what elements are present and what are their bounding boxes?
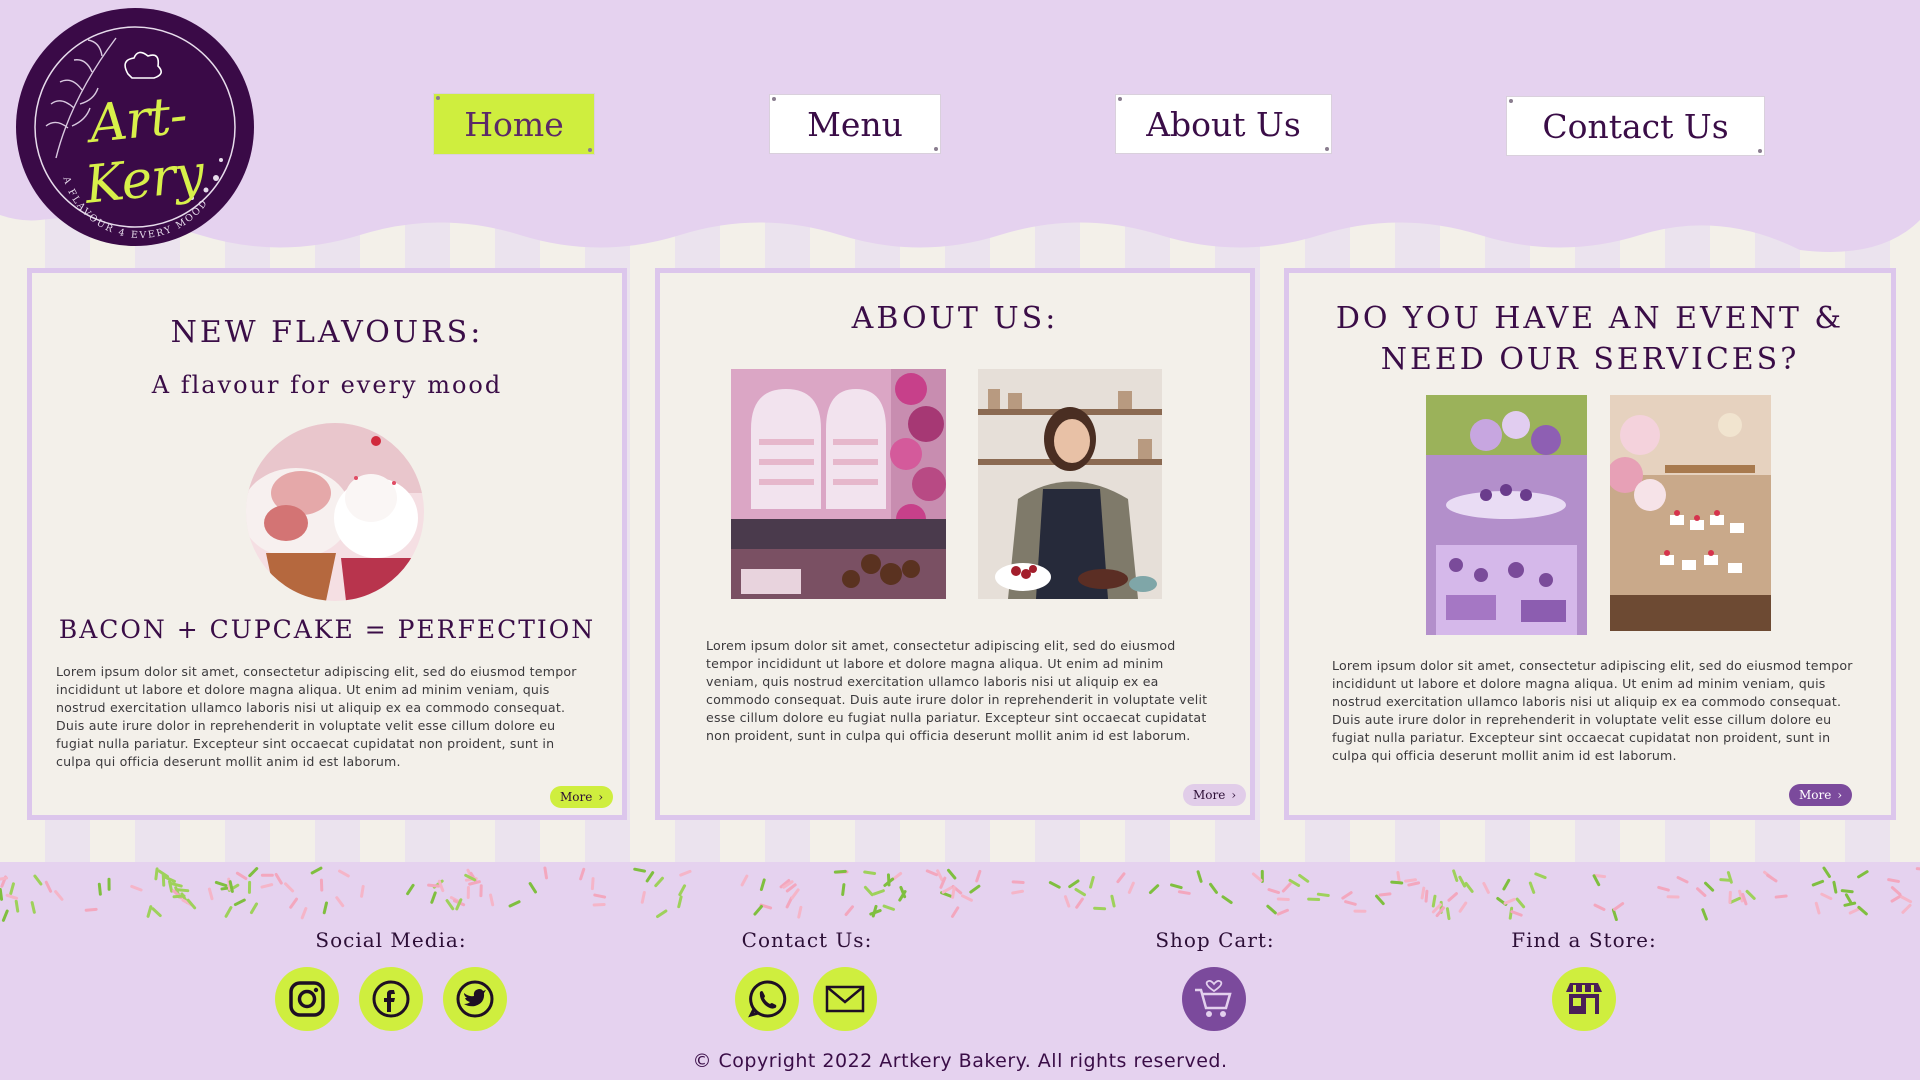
header: Art-Kery A FLAVOUR 4 EVERY MOOD Home Men… bbox=[0, 0, 1920, 260]
shopping-cart-icon[interactable] bbox=[1181, 966, 1247, 1032]
panel-events: DO YOU HAVE AN EVENT & NEED OUR SERVICES… bbox=[1284, 268, 1896, 820]
chevron-right-icon: › bbox=[1837, 788, 1843, 802]
event-buffet-image bbox=[1610, 395, 1771, 631]
more-button-label: More bbox=[1799, 788, 1832, 802]
bakery-interior-image bbox=[731, 369, 946, 599]
nav-home[interactable]: Home bbox=[433, 93, 595, 155]
logo-tagline: A FLAVOUR 4 EVERY MOOD bbox=[60, 174, 208, 241]
panel-title-line2: NEED OUR SERVICES? bbox=[1380, 342, 1800, 377]
nav-menu-label: Menu bbox=[807, 104, 903, 144]
store-icon[interactable] bbox=[1551, 966, 1617, 1032]
copyright-text: © Copyright 2022 Artkery Bakery. All rig… bbox=[692, 1050, 1228, 1072]
baker-woman-image bbox=[978, 369, 1162, 599]
more-button[interactable]: More › bbox=[1183, 784, 1247, 806]
facebook-icon[interactable] bbox=[358, 966, 424, 1032]
footer-contact-label: Contact Us: bbox=[741, 928, 873, 952]
footer-cart-label: Shop Cart: bbox=[1155, 928, 1275, 952]
panel-new-flavours: NEW FLAVOURS: A flavour for every mood B… bbox=[27, 268, 627, 820]
sprinkles-border bbox=[0, 862, 1920, 922]
footer-store-label: Find a Store: bbox=[1511, 928, 1657, 952]
nav-home-label: Home bbox=[464, 104, 564, 144]
panel-subtitle: A flavour for every mood bbox=[151, 371, 503, 399]
logo-tagline-ring: A FLAVOUR 4 EVERY MOOD bbox=[60, 174, 210, 241]
header-wave bbox=[0, 150, 1920, 252]
panel-body-text: Lorem ipsum dolor sit amet, consectetur … bbox=[56, 664, 577, 769]
mail-icon[interactable] bbox=[812, 966, 878, 1032]
instagram-icon[interactable] bbox=[274, 966, 340, 1032]
whatsapp-icon[interactable] bbox=[734, 966, 800, 1032]
brand-logo[interactable]: Art-Kery A FLAVOUR 4 EVERY MOOD bbox=[16, 8, 254, 246]
cupcake-image bbox=[246, 423, 424, 601]
svg-text:A FLAVOUR 4 EVERY MOOD: A FLAVOUR 4 EVERY MOOD bbox=[60, 174, 210, 241]
more-button[interactable]: More › bbox=[550, 786, 614, 808]
nav-contact-us[interactable]: Contact Us bbox=[1506, 96, 1765, 156]
nav-menu[interactable]: Menu bbox=[769, 94, 941, 154]
panel-heading: BACON + CUPCAKE = PERFECTION bbox=[58, 615, 596, 644]
chevron-right-icon: › bbox=[598, 790, 604, 804]
more-button-label: More bbox=[560, 790, 593, 804]
more-button-label: More bbox=[1193, 788, 1226, 802]
footer-social-label: Social Media: bbox=[315, 928, 467, 952]
event-dessert-table-image bbox=[1426, 395, 1587, 635]
panel-title-line1: DO YOU HAVE AN EVENT & bbox=[1335, 301, 1845, 336]
panel-title: ABOUT US: bbox=[851, 301, 1059, 336]
panel-body-text: Lorem ipsum dolor sit amet, consectetur … bbox=[706, 638, 1208, 743]
chevron-right-icon: › bbox=[1231, 788, 1237, 802]
nav-about-us-label: About Us bbox=[1146, 104, 1301, 144]
panel-title: NEW FLAVOURS: bbox=[170, 315, 484, 350]
panel-body-text: Lorem ipsum dolor sit amet, consectetur … bbox=[1332, 658, 1853, 763]
panel-about-us: ABOUT US: Lorem ipsum dolor sit amet, co… bbox=[655, 268, 1255, 820]
nav-contact-us-label: Contact Us bbox=[1542, 106, 1729, 146]
more-button[interactable]: More › bbox=[1789, 784, 1853, 806]
twitter-icon[interactable] bbox=[442, 966, 508, 1032]
nav-about-us[interactable]: About Us bbox=[1115, 94, 1332, 154]
